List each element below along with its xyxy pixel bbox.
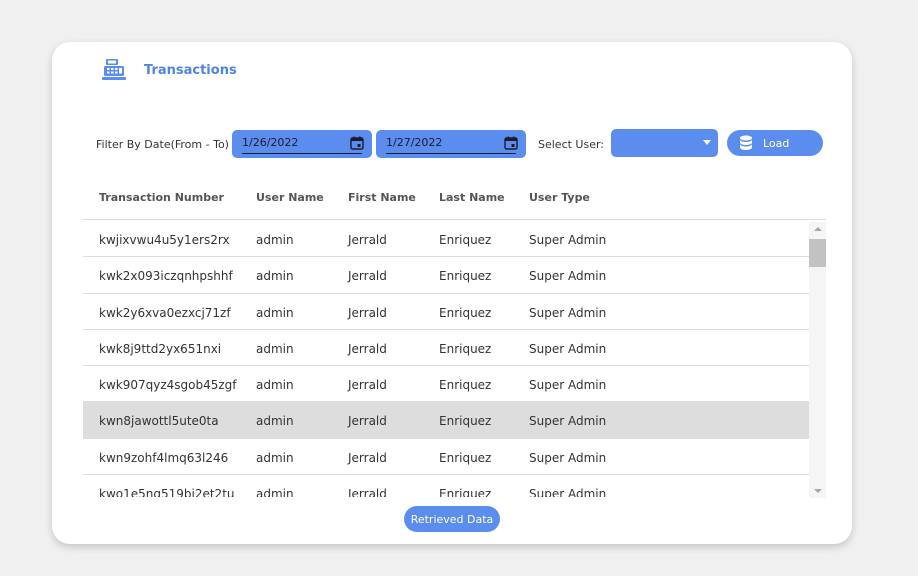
first-name-cell: Jerrald [348, 450, 387, 465]
user-type-cell: Super Admin [529, 341, 607, 356]
column-header[interactable]: User Type [529, 191, 590, 204]
user-name-cell: admin [256, 233, 294, 247]
first-name-cell: Jerrald [348, 233, 387, 247]
last-name-cell: Enriquez [439, 487, 492, 497]
table-row[interactable]: kwo1e5ng519bi2et2tu admin Jerrald Enriqu… [83, 475, 809, 497]
table-body: kwjixvwu4u5y1ers2rx admin Jerrald Enriqu… [83, 221, 809, 497]
first-name-cell: Jerrald [348, 305, 387, 320]
date-to-value: 1/27/2022 [386, 136, 443, 149]
transaction-number-cell: kwn9zohf4lmq63l246 [99, 450, 229, 465]
date-to-underline [386, 153, 516, 154]
user-name-cell: admin [256, 450, 294, 465]
table-row[interactable]: kwk8j9ttd2yx651nxi admin Jerrald Enrique… [83, 329, 809, 367]
chevron-down-icon [813, 489, 822, 493]
user-name-cell: admin [256, 341, 294, 356]
user-type-cell: Super Admin [529, 487, 607, 497]
last-name-cell: Enriquez [439, 414, 492, 429]
first-name-cell: Jerrald [348, 487, 387, 497]
column-header[interactable]: Transaction Number [99, 191, 224, 204]
last-name-cell: Enriquez [439, 233, 492, 247]
chevron-down-icon [703, 140, 711, 145]
scroll-down-arrow[interactable] [809, 484, 826, 498]
table-row[interactable]: kwk2y6xva0ezxcj71zf admin Jerrald Enriqu… [83, 293, 809, 330]
first-name-cell: Jerrald [348, 341, 387, 356]
date-to-picker[interactable]: 1/27/2022 [376, 130, 526, 158]
user-type-cell: Super Admin [529, 233, 607, 247]
transaction-number-cell: kwn8jawottl5ute0ta [99, 414, 219, 429]
table-header: Transaction Number User Name First Name … [83, 182, 826, 220]
status-badge: Retrieved Data [404, 506, 500, 532]
transactions-table: Transaction Number User Name First Name … [83, 182, 826, 497]
user-select[interactable] [611, 129, 718, 157]
user-type-cell: Super Admin [529, 378, 607, 393]
transaction-number-cell: kwk907qyz4sgob45zgf [99, 378, 237, 393]
select-user-label: Select User: [538, 138, 605, 151]
user-type-cell: Super Admin [529, 414, 607, 429]
filter-by-date-label: Filter By Date(From - To) [96, 138, 229, 151]
transaction-number-cell: kwk2x093iczqnhpshhf [99, 269, 233, 284]
transaction-number-cell: kwk2y6xva0ezxcj71zf [99, 305, 231, 320]
last-name-cell: Enriquez [439, 450, 492, 465]
transaction-number-cell: kwo1e5ng519bi2et2tu [99, 487, 235, 497]
transaction-number-cell: kwk8j9ttd2yx651nxi [99, 341, 222, 356]
table-row[interactable]: kwk2x093iczqnhpshhf admin Jerrald Enriqu… [83, 257, 809, 294]
column-header[interactable]: First Name [348, 191, 416, 204]
column-header[interactable]: Last Name [439, 191, 505, 204]
first-name-cell: Jerrald [348, 414, 387, 429]
page-title: Transactions [144, 62, 237, 78]
date-from-picker[interactable]: 1/26/2022 [232, 130, 372, 158]
table-row[interactable]: kwjixvwu4u5y1ers2rx admin Jerrald Enriqu… [83, 221, 809, 258]
user-type-cell: Super Admin [529, 269, 607, 284]
calendar-icon[interactable] [350, 136, 364, 150]
load-button-label: Load [763, 136, 790, 150]
user-name-cell: admin [256, 269, 294, 284]
scrollbar-thumb[interactable] [809, 239, 826, 267]
date-from-value: 1/26/2022 [242, 136, 299, 149]
header: Transactions [102, 58, 237, 82]
table-row[interactable]: kwn9zohf4lmq63l246 admin Jerrald Enrique… [83, 438, 809, 476]
user-type-cell: Super Admin [529, 450, 607, 465]
calendar-icon[interactable] [504, 136, 518, 150]
transaction-number-cell: kwjixvwu4u5y1ers2rx [99, 233, 230, 247]
user-type-cell: Super Admin [529, 305, 607, 320]
date-from-underline [242, 153, 362, 154]
user-name-cell: admin [256, 305, 294, 320]
table-scrollbar[interactable] [809, 222, 826, 498]
first-name-cell: Jerrald [348, 378, 387, 393]
column-header[interactable]: User Name [256, 191, 324, 204]
user-name-cell: admin [256, 487, 294, 497]
last-name-cell: Enriquez [439, 269, 492, 284]
last-name-cell: Enriquez [439, 305, 492, 320]
transactions-card: Transactions Filter By Date(From - To) 1… [52, 42, 852, 544]
user-name-cell: admin [256, 378, 294, 393]
last-name-cell: Enriquez [439, 341, 492, 356]
table-row-selected[interactable]: kwn8jawottl5ute0ta admin Jerrald Enrique… [83, 402, 809, 439]
user-name-cell: admin [256, 414, 294, 429]
scroll-up-arrow[interactable] [809, 222, 826, 236]
first-name-cell: Jerrald [348, 269, 387, 284]
chevron-up-icon [813, 227, 822, 231]
database-icon [740, 135, 752, 150]
last-name-cell: Enriquez [439, 378, 492, 393]
cash-register-icon [102, 59, 126, 80]
load-button[interactable]: Load [727, 130, 823, 156]
table-row[interactable]: kwk907qyz4sgob45zgf admin Jerrald Enriqu… [83, 366, 809, 403]
